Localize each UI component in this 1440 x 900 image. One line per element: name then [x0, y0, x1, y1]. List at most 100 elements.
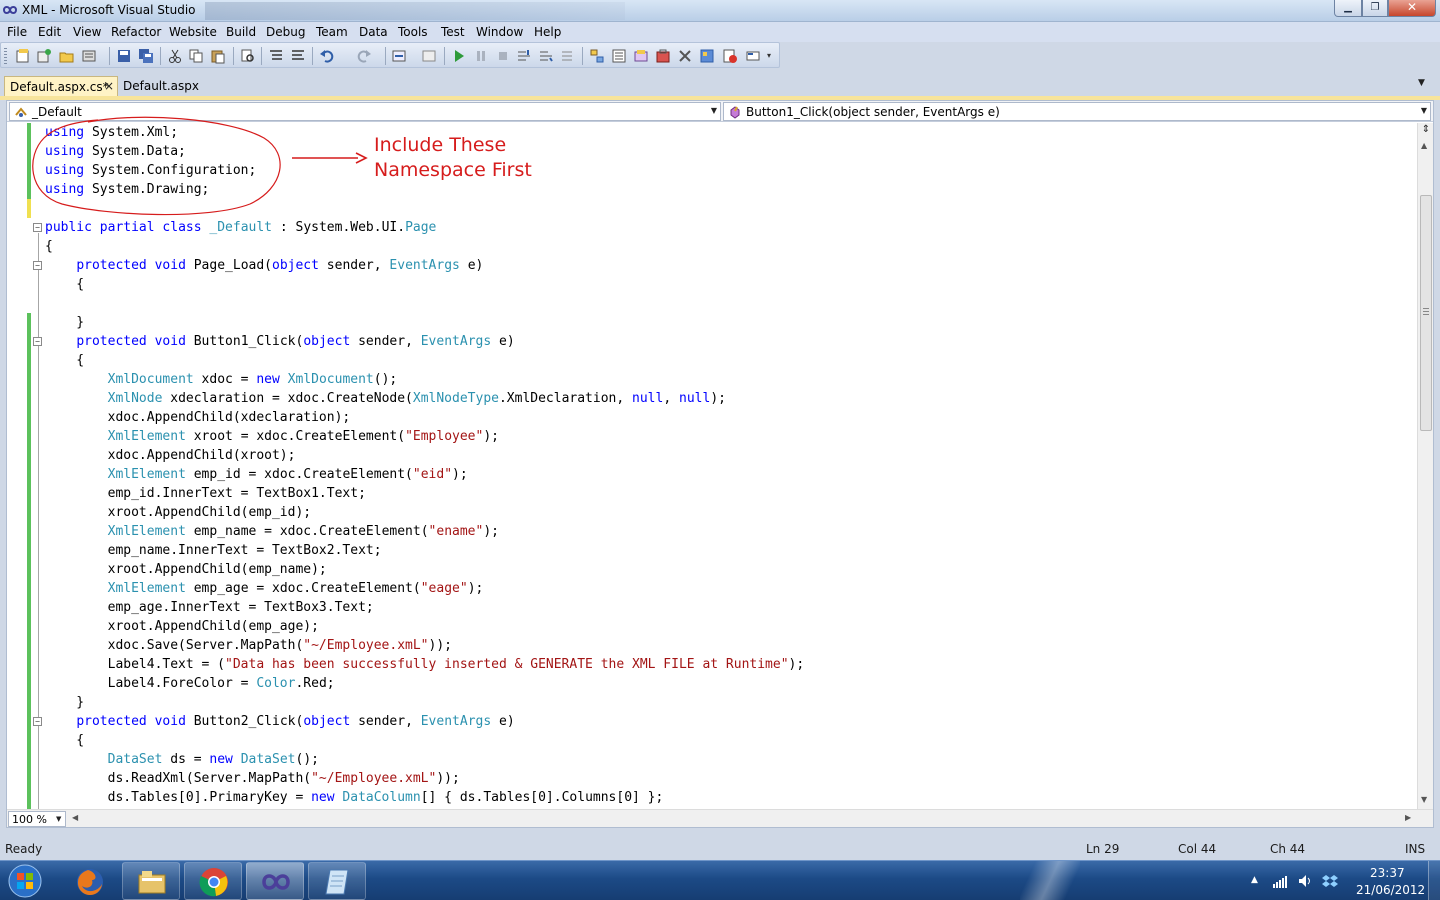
step-out-icon[interactable] [560, 48, 576, 64]
code-line[interactable]: { [45, 237, 1417, 256]
tab-close-button[interactable]: × [104, 79, 114, 93]
code-line[interactable]: { [45, 351, 1417, 370]
scroll-right-icon[interactable]: ▶ [1405, 813, 1411, 822]
menu-file[interactable]: File [7, 25, 27, 39]
code-line[interactable]: xdoc.AppendChild(xdeclaration); [45, 408, 1417, 427]
network-signal-icon[interactable] [1272, 873, 1288, 889]
menu-tools[interactable]: Tools [398, 25, 428, 39]
find-icon[interactable] [240, 48, 256, 64]
code-line[interactable]: { [45, 731, 1417, 750]
start-debugging-icon[interactable] [451, 48, 467, 64]
code-line[interactable]: XmlElement emp_name = xdoc.CreateElement… [45, 522, 1417, 541]
properties-icon[interactable] [611, 48, 627, 64]
scroll-up-icon[interactable]: ▲ [1421, 141, 1427, 150]
code-line[interactable]: xroot.AppendChild(emp_id); [45, 503, 1417, 522]
code-line[interactable]: emp_id.InnerText = TextBox1.Text; [45, 484, 1417, 503]
undo-icon[interactable] [319, 48, 335, 64]
code-line[interactable]: xroot.AppendChild(emp_name); [45, 560, 1417, 579]
tab-list-dropdown-icon[interactable]: ▼ [1418, 78, 1425, 88]
add-new-icon[interactable] [81, 48, 97, 64]
code-line[interactable]: xdoc.AppendChild(xroot); [45, 446, 1417, 465]
menu-view[interactable]: View [73, 25, 101, 39]
save-all-icon[interactable] [138, 48, 154, 64]
paste-icon[interactable] [210, 48, 226, 64]
navigate-icon[interactable] [391, 48, 407, 64]
code-line[interactable]: { [45, 275, 1417, 294]
menu-help[interactable]: Help [534, 25, 561, 39]
split-window-icon[interactable]: ⇕ [1420, 124, 1432, 138]
taskbar-chrome[interactable] [184, 862, 242, 900]
code-line[interactable]: ds.Tables[0].PrimaryKey = new DataColumn… [45, 788, 1417, 807]
toolbar-grip[interactable] [4, 48, 7, 64]
code-line[interactable]: XmlDocument xdoc = new XmlDocument(); [45, 370, 1417, 389]
code-line[interactable]: DataSet ds = new DataSet(); [45, 750, 1417, 769]
open-file-icon[interactable] [59, 48, 75, 64]
object-browser-icon[interactable] [633, 48, 649, 64]
menu-data[interactable]: Data [359, 25, 388, 39]
tab-default-aspx[interactable]: Default.aspx [118, 76, 199, 96]
close-button[interactable]: ✕ [1388, 0, 1436, 17]
code-line[interactable]: ds.ReadXml(Server.MapPath("~/Employee.xm… [45, 769, 1417, 788]
comment-icon[interactable] [268, 48, 284, 64]
maximize-button[interactable]: ❐ [1362, 0, 1388, 17]
uncomment-icon[interactable] [290, 48, 306, 64]
toolbox-icon[interactable] [655, 48, 671, 64]
code-line[interactable] [45, 294, 1417, 313]
show-hidden-icons[interactable]: ▲ [1251, 875, 1258, 885]
code-line[interactable]: } [45, 693, 1417, 712]
collapse-icon[interactable]: − [33, 223, 42, 232]
taskbar-notepad[interactable] [308, 862, 366, 900]
code-line[interactable]: xroot.AppendChild(emp_age); [45, 617, 1417, 636]
menu-website[interactable]: Website [169, 25, 217, 39]
code-line[interactable]: XmlElement xroot = xdoc.CreateElement("E… [45, 427, 1417, 446]
menu-debug[interactable]: Debug [266, 25, 305, 39]
redo-icon[interactable] [356, 48, 372, 64]
dropbox-icon[interactable] [1322, 873, 1338, 889]
solution-explorer-icon[interactable] [589, 48, 605, 64]
new-project-icon[interactable] [15, 48, 31, 64]
clock-date[interactable]: 21/06/2012 [1356, 883, 1425, 897]
vertical-scrollbar[interactable]: ⇕ ▲ ▼ [1417, 123, 1433, 809]
code-area[interactable]: using System.Xml; using System.Data; using… [45, 123, 1417, 809]
code-line[interactable]: xdoc.Save(Server.MapPath("~/Employee.xmL… [45, 636, 1417, 655]
save-icon[interactable] [116, 48, 132, 64]
member-combo[interactable]: Button1_Click(object sender, EventArgs e… [723, 102, 1431, 121]
navigate-forward-icon[interactable] [421, 48, 437, 64]
code-line[interactable]: XmlNode xdeclaration = xdoc.CreateNode(X… [45, 389, 1417, 408]
start-page-icon[interactable] [699, 48, 715, 64]
taskbar-firefox[interactable] [60, 862, 118, 900]
menu-build[interactable]: Build [226, 25, 256, 39]
code-line[interactable]: } [45, 313, 1417, 332]
code-line[interactable]: emp_age.InnerText = TextBox3.Text; [45, 598, 1417, 617]
options-icon[interactable] [745, 48, 761, 64]
step-into-icon[interactable] [516, 48, 532, 64]
scroll-left-icon[interactable]: ◀ [72, 813, 78, 822]
vertical-scroll-thumb[interactable] [1420, 195, 1432, 431]
code-line[interactable]: protected void Button2_Click(object send… [45, 712, 1417, 731]
code-line[interactable]: XmlElement emp_age = xdoc.CreateElement(… [45, 579, 1417, 598]
code-line[interactable]: protected void Button1_Click(object send… [45, 332, 1417, 351]
zoom-combo[interactable]: 100 % ▼ [8, 811, 66, 827]
extension-manager-icon[interactable] [677, 48, 693, 64]
menu-window[interactable]: Window [476, 25, 523, 39]
clock-time[interactable]: 23:37 [1370, 866, 1405, 880]
menu-team[interactable]: Team [316, 25, 348, 39]
minimize-button[interactable]: ▁ [1334, 0, 1362, 17]
error-list-icon[interactable] [722, 48, 738, 64]
step-over-icon[interactable] [538, 48, 554, 64]
collapse-icon[interactable]: − [33, 717, 42, 726]
code-line[interactable]: public partial class _Default : System.W… [45, 218, 1417, 237]
toolbar-overflow-icon[interactable]: ▾ [767, 51, 771, 60]
code-line[interactable]: Label4.Text = ("Data has been successful… [45, 655, 1417, 674]
code-line[interactable]: Label4.ForeColor = Color.Red; [45, 674, 1417, 693]
scroll-down-icon[interactable]: ▼ [1421, 795, 1427, 804]
break-all-icon[interactable] [473, 48, 489, 64]
menu-refactor[interactable]: Refactor [111, 25, 161, 39]
add-item-icon[interactable] [36, 48, 52, 64]
cut-icon[interactable] [167, 48, 183, 64]
taskbar-visual-studio[interactable] [246, 862, 304, 900]
code-line[interactable]: emp_name.InnerText = TextBox2.Text; [45, 541, 1417, 560]
stop-icon[interactable] [495, 48, 511, 64]
collapse-icon[interactable]: − [33, 261, 42, 270]
copy-icon[interactable] [188, 48, 204, 64]
